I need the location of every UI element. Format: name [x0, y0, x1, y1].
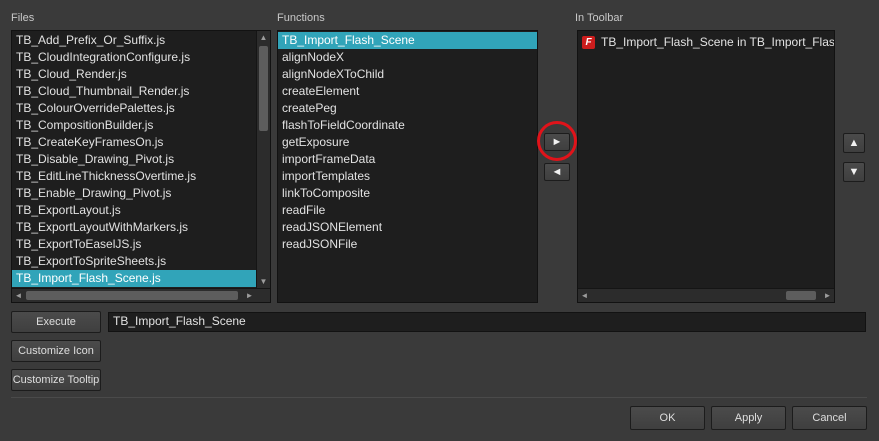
scroll-up-icon[interactable]: ▲: [257, 31, 270, 44]
flash-icon: F: [582, 36, 595, 50]
files-list-item[interactable]: TB_Disable_Drawing_Pivot.js: [12, 151, 256, 168]
add-to-toolbar-button[interactable]: ►: [544, 133, 570, 151]
files-list-item[interactable]: TB_ExportToEaselJS.js: [12, 236, 256, 253]
toolbar-list-item[interactable]: F TB_Import_Flash_Scene in TB_Import_Flas…: [578, 33, 834, 52]
files-list-item[interactable]: TB_Import_Flash_Scene.js: [12, 270, 256, 287]
files-list-item[interactable]: TB_Enable_Drawing_Pivot.js: [12, 185, 256, 202]
files-list-item[interactable]: TB_Add_Prefix_Or_Suffix.js: [12, 32, 256, 49]
files-list-item[interactable]: TB_ExportLayoutWithMarkers.js: [12, 219, 256, 236]
scroll-left-icon[interactable]: ◄: [12, 289, 25, 302]
execute-command-field[interactable]: TB_Import_Flash_Scene: [108, 312, 866, 332]
functions-list-item[interactable]: getExposure: [278, 134, 537, 151]
execute-button[interactable]: Execute: [11, 311, 101, 333]
toolbar-item-label: TB_Import_Flash_Scene in TB_Import_Flash…: [601, 35, 834, 49]
functions-list-item[interactable]: alignNodeXToChild: [278, 66, 537, 83]
ok-button[interactable]: OK: [630, 406, 705, 430]
files-horizontal-scrollbar[interactable]: ◄ ►: [12, 288, 270, 302]
functions-list-item[interactable]: linkToComposite: [278, 185, 537, 202]
files-hscroll-thumb[interactable]: [26, 291, 238, 300]
move-down-button[interactable]: ▼: [843, 162, 865, 182]
footer-divider: [11, 397, 867, 398]
functions-list-item[interactable]: importFrameData: [278, 151, 537, 168]
functions-list[interactable]: TB_Import_Flash_Scene alignNodeX alignNode…: [277, 30, 538, 303]
functions-label: Functions: [277, 12, 325, 24]
functions-list-item[interactable]: createPeg: [278, 100, 537, 117]
move-up-button[interactable]: ▲: [843, 133, 865, 153]
files-list-item[interactable]: TB_CreateKeyFramesOn.js: [12, 134, 256, 151]
files-list-item[interactable]: TB_CloudIntegrationConfigure.js: [12, 49, 256, 66]
remove-from-toolbar-button[interactable]: ◄: [544, 163, 570, 181]
functions-list-item[interactable]: createElement: [278, 83, 537, 100]
files-list-item[interactable]: TB_ExportToSpriteSheets.js: [12, 253, 256, 270]
files-label: Files: [11, 12, 35, 24]
functions-list-item[interactable]: readJSONFile: [278, 236, 537, 253]
toolbar-horizontal-scrollbar[interactable]: ◄ ►: [578, 288, 834, 302]
scroll-right-icon[interactable]: ►: [243, 289, 256, 302]
functions-list-item[interactable]: flashToFieldCoordinate: [278, 117, 537, 134]
files-list-item[interactable]: TB_Cloud_Thumbnail_Render.js: [12, 83, 256, 100]
files-list[interactable]: TB_Add_Prefix_Or_Suffix.js TB_CloudIntegr…: [11, 30, 271, 303]
customize-tooltip-button[interactable]: Customize Tooltip: [11, 369, 101, 391]
functions-list-item[interactable]: readJSONElement: [278, 219, 537, 236]
in-toolbar-label: In Toolbar: [575, 12, 624, 24]
toolbar-list[interactable]: F TB_Import_Flash_Scene in TB_Import_Flas…: [577, 30, 835, 303]
functions-list-item[interactable]: alignNodeX: [278, 49, 537, 66]
files-list-item[interactable]: TB_EditLineThicknessOvertime.js: [12, 168, 256, 185]
files-vertical-scrollbar[interactable]: ▲ ▼: [256, 31, 270, 288]
customize-icon-button[interactable]: Customize Icon: [11, 340, 101, 362]
cancel-button[interactable]: Cancel: [792, 406, 867, 430]
files-list-item[interactable]: TB_CompositionBuilder.js: [12, 117, 256, 134]
functions-list-item[interactable]: importTemplates: [278, 168, 537, 185]
scroll-down-icon[interactable]: ▼: [257, 275, 270, 288]
files-list-item[interactable]: TB_ExportLayout.js: [12, 202, 256, 219]
scroll-left-icon[interactable]: ◄: [578, 289, 591, 302]
files-list-item[interactable]: TB_Cloud_Render.js: [12, 66, 256, 83]
scroll-right-icon[interactable]: ►: [821, 289, 834, 302]
functions-list-item[interactable]: readFile: [278, 202, 537, 219]
toolbar-hscroll-thumb[interactable]: [786, 291, 816, 300]
files-list-item[interactable]: TB_ColourOverridePalettes.js: [12, 100, 256, 117]
functions-list-item[interactable]: TB_Import_Flash_Scene: [278, 32, 537, 49]
files-scroll-thumb[interactable]: [259, 46, 268, 131]
apply-button[interactable]: Apply: [711, 406, 786, 430]
